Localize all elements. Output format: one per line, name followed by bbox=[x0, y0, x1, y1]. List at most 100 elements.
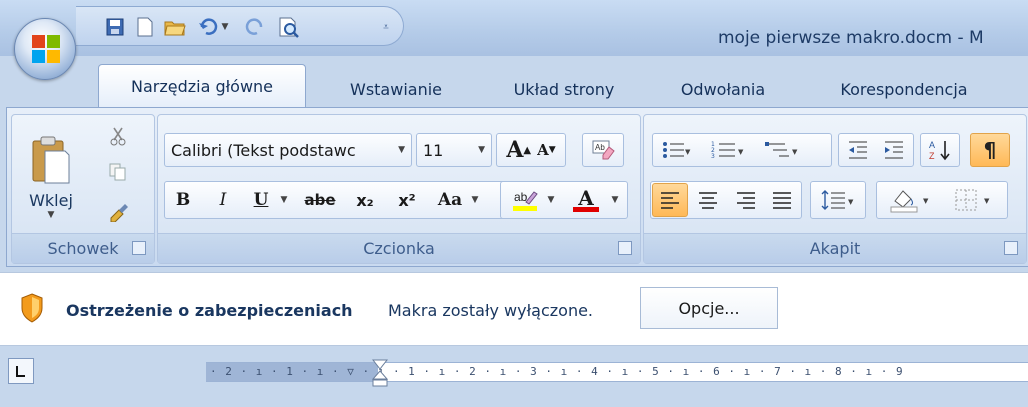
office-logo-icon bbox=[32, 35, 60, 63]
svg-text:▼: ▼ bbox=[738, 148, 744, 156]
clear-formatting-icon[interactable]: Ab bbox=[582, 133, 624, 167]
horizontal-ruler[interactable]: · 2 · ı · 1 · ı · ▽ · ı · 1 · ı · 2 · ı … bbox=[206, 359, 1028, 387]
svg-text:Ab: Ab bbox=[595, 143, 605, 152]
print-preview-icon[interactable] bbox=[276, 15, 302, 39]
svg-text:▼: ▼ bbox=[923, 197, 929, 205]
paragraph-dialog-launcher[interactable] bbox=[1004, 241, 1018, 255]
align-center-icon[interactable] bbox=[690, 183, 726, 217]
font-color-dropdown-icon[interactable]: ▼ bbox=[608, 185, 622, 215]
bullets-icon[interactable]: ▼ bbox=[656, 135, 696, 165]
shrink-font-button[interactable]: A bbox=[537, 141, 549, 159]
ruler-bar: · 2 · ı · 1 · ı · ▽ · ı · 1 · ı · 2 · ı … bbox=[0, 348, 1028, 407]
office-button[interactable] bbox=[14, 18, 76, 80]
tab-page-layout[interactable]: Układ strony bbox=[484, 70, 644, 108]
tab-insert[interactable]: Wstawianie bbox=[322, 70, 470, 108]
svg-text:A: A bbox=[929, 140, 935, 150]
font-name-combobox[interactable]: Calibri (Tekst podstawc ▼ bbox=[164, 133, 412, 167]
line-spacing-button[interactable]: ▼ bbox=[810, 181, 866, 219]
align-right-icon[interactable] bbox=[728, 183, 764, 217]
svg-text:▼: ▼ bbox=[984, 197, 990, 205]
paste-button[interactable]: Wklej ▼ bbox=[20, 123, 82, 231]
font-group: Calibri (Tekst podstawc ▼ 11 ▼ A ▲ A ▼ Ab … bbox=[157, 114, 641, 264]
svg-text:3: 3 bbox=[711, 153, 715, 160]
highlight-dropdown-icon[interactable]: ▼ bbox=[544, 185, 558, 215]
ribbon: Wklej ▼ Schowek Calibri (Tekst podstawc … bbox=[6, 107, 1028, 267]
grow-shrink-font-buttons: A ▲ A ▼ bbox=[496, 133, 566, 167]
tab-selector-button[interactable] bbox=[8, 358, 34, 384]
cut-icon[interactable] bbox=[104, 123, 132, 149]
sort-icon[interactable]: AZ bbox=[920, 133, 960, 167]
format-painter-icon[interactable] bbox=[104, 197, 132, 225]
clipboard-dialog-launcher[interactable] bbox=[132, 241, 146, 255]
options-button[interactable]: Opcje... bbox=[640, 287, 778, 329]
paragraph-group: ▼ 1 2 3 ▼ ▼ AZ ¶ ▼ ▼ ▼ Akapit bbox=[643, 114, 1027, 264]
save-icon[interactable] bbox=[102, 15, 128, 39]
change-case-button[interactable]: Aa bbox=[432, 185, 468, 215]
indent-marker-icon[interactable] bbox=[372, 359, 388, 389]
borders-icon: ▼ bbox=[955, 189, 990, 211]
font-group-title: Czcionka bbox=[363, 239, 435, 258]
font-size-dropdown-icon[interactable]: ▼ bbox=[478, 145, 485, 155]
font-color-letter: A bbox=[578, 185, 594, 210]
underline-button[interactable]: U bbox=[248, 185, 274, 215]
security-warning-title: Ostrzeżenie o zabezpieczeniach bbox=[66, 301, 353, 320]
security-warning-message: Makra zostały wyłączone. bbox=[388, 301, 594, 320]
line-spacing-icon: ▼ bbox=[821, 190, 854, 210]
shading-button[interactable]: ▼ bbox=[880, 183, 942, 217]
svg-text:▼: ▼ bbox=[685, 148, 691, 156]
copy-icon[interactable] bbox=[104, 159, 132, 185]
italic-button[interactable]: I bbox=[210, 185, 236, 215]
font-size-value: 11 bbox=[423, 140, 444, 160]
paste-icon bbox=[32, 136, 70, 183]
font-name-value: Calibri (Tekst podstawc bbox=[171, 140, 356, 160]
ribbon-tabs: Narzędzia główne Wstawianie Układ strony… bbox=[0, 56, 1028, 108]
svg-text:Z: Z bbox=[929, 151, 935, 161]
font-color-button[interactable]: A bbox=[568, 185, 604, 215]
ruler-ticks: · 2 · ı · 1 · ı · ▽ · ı · 1 · ı · 2 · ı … bbox=[210, 365, 904, 378]
highlight-color-button[interactable]: ab bbox=[506, 185, 544, 215]
new-document-icon[interactable] bbox=[132, 15, 158, 39]
subscript-button[interactable]: x₂ bbox=[348, 185, 382, 215]
tab-references[interactable]: Odwołania bbox=[658, 70, 788, 108]
underline-dropdown-icon[interactable]: ▼ bbox=[276, 185, 292, 215]
bold-button[interactable]: B bbox=[170, 185, 196, 215]
align-left-icon[interactable] bbox=[652, 183, 688, 217]
quick-access-toolbar: ▼ ⩡ bbox=[76, 6, 404, 46]
tab-home[interactable]: Narzędzia główne bbox=[98, 64, 306, 108]
paste-dropdown-icon[interactable]: ▼ bbox=[48, 210, 55, 220]
font-name-dropdown-icon[interactable]: ▼ bbox=[398, 145, 405, 155]
left-tab-icon bbox=[16, 366, 25, 377]
change-case-dropdown-icon[interactable]: ▼ bbox=[468, 185, 482, 215]
svg-text:▼: ▼ bbox=[792, 148, 798, 156]
paragraph-group-title: Akapit bbox=[809, 239, 861, 258]
highlighter-icon: ab bbox=[513, 190, 538, 211]
superscript-button[interactable]: x² bbox=[390, 185, 424, 215]
font-dialog-launcher[interactable] bbox=[618, 241, 632, 255]
justify-icon[interactable] bbox=[764, 183, 800, 217]
font-color-swatch bbox=[573, 206, 599, 212]
security-shield-icon bbox=[21, 293, 43, 323]
grow-font-button[interactable]: A bbox=[506, 137, 523, 163]
font-size-combobox[interactable]: 11 ▼ bbox=[416, 133, 492, 167]
open-icon[interactable] bbox=[162, 15, 188, 39]
window-title: moje pierwsze makro.docm - M bbox=[718, 28, 984, 48]
strikethrough-button[interactable]: abe bbox=[300, 185, 340, 215]
customize-toolbar-icon[interactable]: ⩡ bbox=[376, 15, 396, 39]
security-warning-bar: Ostrzeżenie o zabezpieczeniach Makra zos… bbox=[0, 272, 1028, 346]
paragraph-group-label: Akapit bbox=[644, 233, 1026, 263]
undo-dropdown-icon[interactable]: ▼ bbox=[218, 15, 232, 39]
redo-icon[interactable] bbox=[242, 15, 268, 39]
increase-indent-icon[interactable] bbox=[878, 135, 910, 165]
shading-icon: ▼ bbox=[890, 190, 929, 213]
paste-label: Wklej bbox=[29, 190, 73, 210]
font-group-label: Czcionka bbox=[158, 233, 640, 263]
tab-mailings[interactable]: Korespondencja bbox=[806, 70, 1002, 108]
numbering-icon[interactable]: 1 2 3 ▼ bbox=[706, 135, 750, 165]
decrease-indent-icon[interactable] bbox=[842, 135, 874, 165]
show-formatting-marks-button[interactable]: ¶ bbox=[970, 133, 1010, 167]
svg-text:▼: ▼ bbox=[848, 198, 854, 206]
borders-button[interactable]: ▼ bbox=[946, 183, 1004, 217]
clipboard-group: Wklej ▼ Schowek bbox=[11, 114, 155, 264]
title-bar: ▼ ⩡ moje pierwsze makro.docm - M bbox=[0, 0, 1028, 56]
multilevel-list-icon[interactable]: ▼ bbox=[760, 135, 804, 165]
